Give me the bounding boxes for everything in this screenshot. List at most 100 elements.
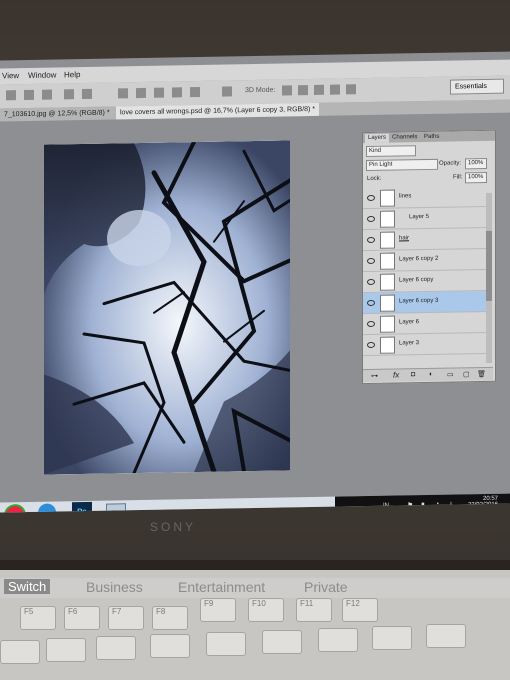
new-layer-icon[interactable]: ▢ (463, 370, 470, 378)
menu-help[interactable]: Help (64, 70, 80, 79)
align-icon[interactable] (82, 88, 92, 100)
layer-thumbnail (380, 189, 395, 207)
menu-view[interactable]: View (2, 71, 19, 80)
layer-name: Layer 3 (399, 340, 420, 347)
mode-switch-strip: Switch Business Entertainment Private (0, 578, 510, 598)
mode-private[interactable]: Private (304, 579, 348, 595)
key-f11[interactable]: F11 (296, 598, 332, 622)
layer-row-layer-5[interactable]: Layer 5 (363, 206, 487, 231)
layer-filter-select[interactable]: Kind (366, 145, 416, 158)
layer-name: Layer 6 copy 3 (399, 297, 439, 305)
key-f8[interactable]: F8 (152, 606, 188, 630)
align-icon[interactable] (24, 89, 34, 101)
blend-mode-select[interactable]: Pin Light (366, 158, 438, 172)
layer-row-layer-3[interactable]: Layer 3 (363, 332, 487, 357)
layer-name: Layer 5 (409, 213, 430, 221)
3d-mode-label: 3D Mode: (245, 86, 276, 95)
key-f5[interactable]: F5 (20, 606, 56, 630)
layer-row-layer-6-copy-2[interactable]: Layer 6 copy 2 (363, 248, 487, 273)
skype-icon[interactable] (38, 503, 56, 513)
tab-layers[interactable]: Layers (365, 133, 390, 144)
distribute-icon[interactable] (118, 88, 128, 99)
workspace-select[interactable]: Essentials (450, 78, 504, 95)
layer-row-hair[interactable]: hair (363, 227, 487, 252)
layer-row-layer-6-copy[interactable]: Layer 6 copy (363, 269, 487, 294)
menu-window[interactable]: Window (28, 70, 56, 79)
fx-icon[interactable]: fx (393, 370, 399, 379)
key[interactable] (262, 630, 302, 654)
layer-thumbnail (380, 294, 395, 312)
key-f10[interactable]: F10 (248, 598, 284, 622)
3d-slide-icon[interactable] (330, 84, 340, 95)
key-f12[interactable]: F12 (342, 598, 378, 622)
distribute-icon[interactable] (172, 87, 182, 98)
screen: View Window Help 3D Mode: Essentials 7_1… (0, 51, 510, 513)
layer-thumbnail (380, 336, 395, 354)
panel-tabs: Layers Channels Paths (363, 130, 495, 144)
mode-business[interactable]: Business (86, 579, 143, 595)
layer-thumbnail (380, 315, 395, 333)
opacity-label: Opacity: (439, 160, 462, 167)
tab-doc-2[interactable]: love covers all wrongs.psd @ 16,7% (Laye… (116, 102, 320, 120)
align-icon[interactable] (64, 89, 74, 100)
eye-icon[interactable] (367, 320, 375, 328)
distribute-icon[interactable] (190, 86, 200, 98)
layer-row-layer-6-copy-3[interactable]: Layer 6 copy 3 (363, 290, 487, 315)
eye-icon[interactable] (367, 215, 375, 223)
key[interactable] (426, 624, 466, 648)
photoshop-icon[interactable]: Ps (72, 501, 92, 513)
trash-icon[interactable]: 🗑 (477, 370, 486, 378)
layer-name: Layer 6 copy 2 (399, 255, 439, 263)
distribute-icon[interactable] (154, 87, 164, 98)
tab-doc-1[interactable]: 7_103610.jpg @ 12,5% (RGB/8) * (0, 106, 114, 121)
key[interactable] (96, 636, 136, 660)
align-icon[interactable] (42, 89, 52, 100)
mask-icon[interactable]: ◘ (411, 371, 415, 378)
tab-channels[interactable]: Channels (389, 133, 420, 143)
layer-thumbnail (380, 252, 395, 270)
align-icon[interactable] (6, 90, 16, 101)
distribute-icon[interactable] (136, 87, 146, 99)
key-f6[interactable]: F6 (64, 606, 100, 630)
key[interactable] (372, 626, 412, 650)
eye-icon[interactable] (367, 236, 375, 244)
artwork-image (44, 140, 290, 475)
layer-row-lines[interactable]: lines (363, 185, 487, 210)
layers-scrollbar-thumb[interactable] (486, 230, 492, 301)
switch-label: Switch (4, 579, 51, 594)
key[interactable] (318, 628, 358, 652)
key[interactable] (206, 632, 246, 656)
3d-roll-icon[interactable] (298, 85, 308, 96)
group-icon[interactable]: ▭ (447, 371, 454, 379)
layer-thumbnail (380, 273, 395, 291)
3d-scale-icon[interactable] (346, 84, 356, 95)
key[interactable] (0, 640, 40, 664)
adjustment-icon[interactable]: ◐ (429, 371, 433, 378)
key[interactable] (46, 638, 86, 662)
key[interactable] (150, 634, 190, 658)
tab-paths[interactable]: Paths (421, 133, 442, 142)
eye-icon[interactable] (367, 194, 375, 202)
layer-thumbnail (380, 231, 395, 249)
auto-align-icon[interactable] (222, 86, 232, 97)
document-canvas[interactable] (44, 140, 290, 475)
lock-label: Lock: (367, 175, 382, 183)
eye-icon[interactable] (367, 278, 375, 286)
chrome-icon[interactable] (4, 503, 26, 513)
eye-icon[interactable] (367, 299, 375, 307)
layer-name: Layer 6 copy (399, 276, 434, 284)
fill-input[interactable]: 100% (465, 171, 487, 184)
mode-entertainment[interactable]: Entertainment (178, 579, 265, 595)
eye-icon[interactable] (367, 341, 375, 349)
key-f7[interactable]: F7 (108, 606, 144, 630)
layer-row-layer-6[interactable]: Layer 6 (363, 311, 487, 336)
link-layers-icon[interactable]: ⊶ (371, 372, 378, 380)
eye-icon[interactable] (367, 257, 375, 265)
opacity-input[interactable]: 100% (465, 157, 487, 170)
layers-footer: ⊶ fx ◘ ◐ ▭ ▢ 🗑 (363, 366, 493, 383)
3d-pan-icon[interactable] (314, 84, 324, 95)
layers-panel: Layers Channels Paths Kind Pin Light Opa… (362, 129, 496, 385)
key-f9[interactable]: F9 (200, 598, 236, 622)
3d-rotate-icon[interactable] (282, 85, 292, 96)
layer-name: hair (399, 235, 410, 242)
